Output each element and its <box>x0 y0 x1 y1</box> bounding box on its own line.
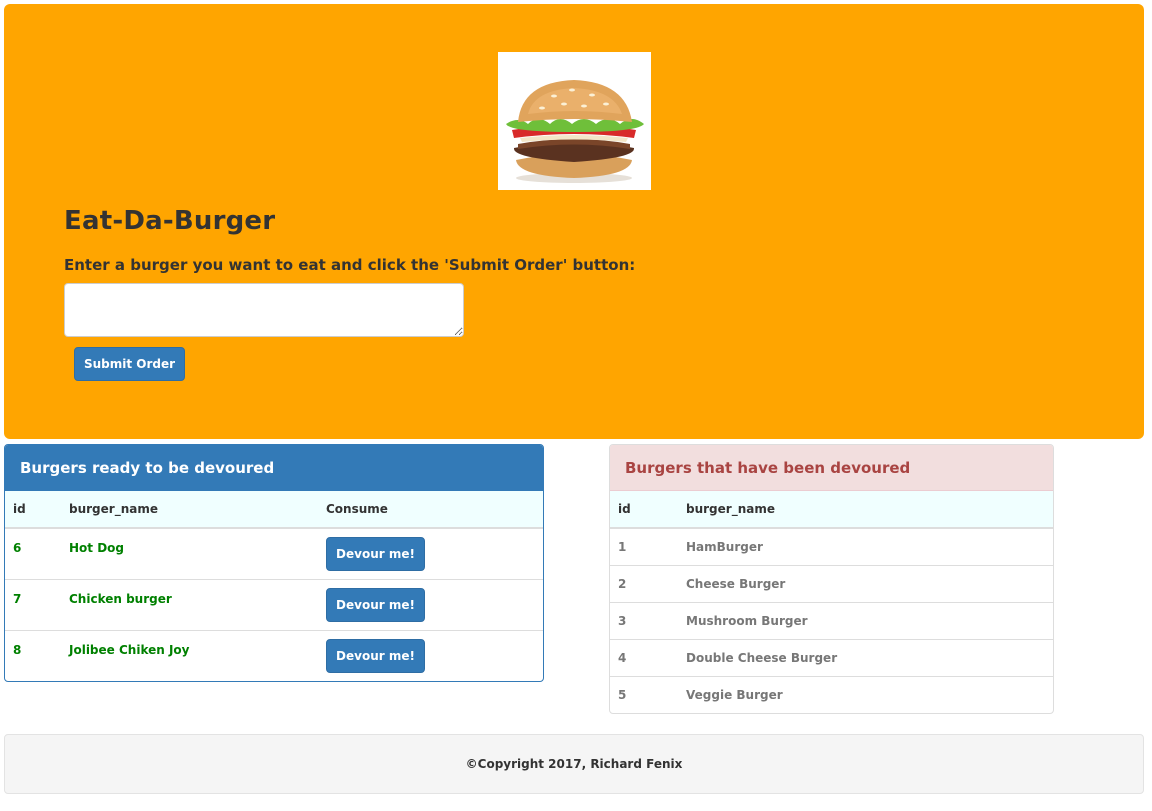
burger-id: 7 <box>5 578 61 630</box>
burger-name: Cheese Burger <box>678 564 1053 602</box>
burger-id: 1 <box>610 527 678 565</box>
column-header-id: id <box>5 491 61 529</box>
burger-name: Double Cheese Burger <box>678 638 1053 676</box>
burger-name: Chicken burger <box>61 578 318 630</box>
devoured-panel-title: Burgers that have been devoured <box>610 445 1053 491</box>
column-header-id: id <box>610 491 678 529</box>
table-row: 6 Hot Dog Devour me! <box>5 527 543 579</box>
app-title: Eat-Da-Burger <box>64 206 276 236</box>
burger-id: 5 <box>610 675 678 713</box>
devoured-burgers-panel: Burgers that have been devoured id burge… <box>609 444 1054 714</box>
table-row: 5 Veggie Burger <box>610 675 1053 713</box>
burger-id: 2 <box>610 564 678 602</box>
header-jumbotron: Eat-Da-Burger Enter a burger you want to… <box>4 4 1144 439</box>
footer: ©Copyright 2017, Richard Fenix <box>4 734 1144 794</box>
table-row: 8 Jolibee Chiken Joy Devour me! <box>5 629 543 681</box>
table-header-row: id burger_name Consume <box>5 491 543 529</box>
burger-id: 3 <box>610 601 678 639</box>
table-row: 4 Double Cheese Burger <box>610 638 1053 676</box>
ready-panel-title: Burgers ready to be devoured <box>5 445 543 491</box>
ready-burgers-table: id burger_name Consume 6 Hot Dog Devour … <box>5 491 543 681</box>
burger-name: Mushroom Burger <box>678 601 1053 639</box>
devour-button[interactable]: Devour me! <box>326 537 425 571</box>
burger-name: HamBurger <box>678 527 1053 565</box>
column-header-burger-name: burger_name <box>61 491 318 529</box>
table-row: 7 Chicken burger Devour me! <box>5 578 543 630</box>
table-row: 2 Cheese Burger <box>610 564 1053 602</box>
column-header-burger-name: burger_name <box>678 491 1053 529</box>
burger-name: Veggie Burger <box>678 675 1053 713</box>
devour-button[interactable]: Devour me! <box>326 638 425 673</box>
submit-order-button[interactable]: Submit Order <box>74 347 185 381</box>
table-header-row: id burger_name <box>610 491 1053 529</box>
burger-id: 6 <box>5 527 61 579</box>
burger-name: Jolibee Chiken Joy <box>61 629 318 681</box>
devoured-burgers-table: id burger_name 1 HamBurger 2 Cheese Burg… <box>610 491 1053 713</box>
ready-burgers-panel: Burgers ready to be devoured id burger_n… <box>4 444 544 682</box>
table-row: 1 HamBurger <box>610 527 1053 565</box>
table-row: 3 Mushroom Burger <box>610 601 1053 639</box>
column-header-consume: Consume <box>318 491 543 529</box>
burger-input-label: Enter a burger you want to eat and click… <box>64 256 636 274</box>
devour-button[interactable]: Devour me! <box>326 587 425 622</box>
copyright-text: ©Copyright 2017, Richard Fenix <box>465 757 683 771</box>
burger-id: 4 <box>610 638 678 676</box>
burger-name: Hot Dog <box>61 527 318 579</box>
burger-id: 8 <box>5 629 61 681</box>
burger-icon <box>498 52 651 190</box>
burger-input[interactable] <box>64 283 464 337</box>
